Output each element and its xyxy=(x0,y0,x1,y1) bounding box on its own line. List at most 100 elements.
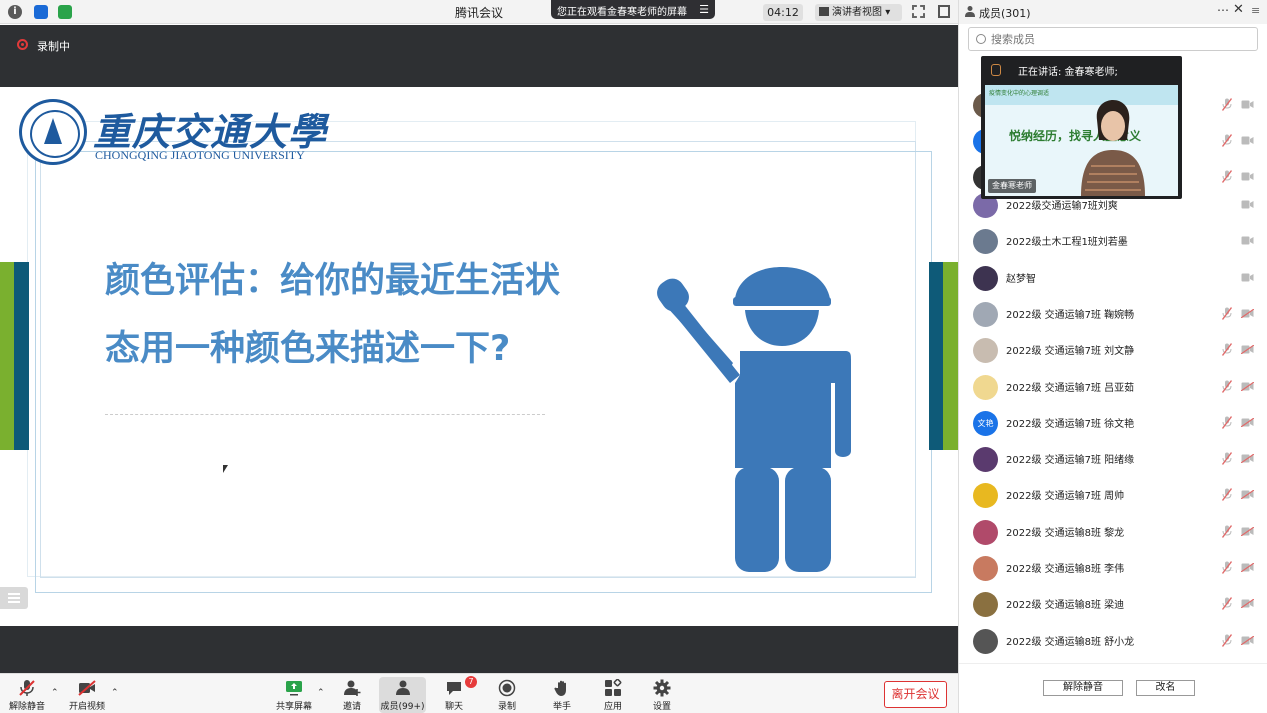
microphone-muted-icon[interactable] xyxy=(1222,561,1232,574)
chat-label: 聊天 xyxy=(444,702,463,712)
microphone-muted-icon[interactable] xyxy=(1222,633,1232,647)
camera-off-icon[interactable] xyxy=(1241,345,1254,355)
raise-hand-button[interactable]: 举手 xyxy=(547,677,577,713)
sidebar-toggle-icon[interactable] xyxy=(938,5,950,18)
member-row[interactable]: 2022级 交通运输8班 李伟 xyxy=(959,550,1267,586)
camera-off-icon[interactable] xyxy=(1241,136,1254,145)
members-button[interactable]: 成员(99+) xyxy=(379,677,426,713)
member-name: 2022级 交通运输8班 舒小龙 xyxy=(1006,636,1135,648)
member-row[interactable]: 2022级 交通运输8班 舒小龙 xyxy=(959,623,1267,659)
camera-off-icon[interactable] xyxy=(1241,563,1254,572)
microphone-muted-icon[interactable] xyxy=(1222,134,1232,147)
microphone-muted-icon[interactable] xyxy=(1222,597,1232,611)
slide-accent-bar xyxy=(14,262,29,450)
close-icon[interactable]: ✕ xyxy=(1233,2,1244,17)
rename-button[interactable]: 改名 xyxy=(1136,680,1195,696)
camera-off-icon[interactable] xyxy=(1241,273,1254,282)
slide-list-toggle-icon[interactable] xyxy=(0,587,28,609)
microphone-muted-icon[interactable] xyxy=(1222,379,1232,393)
apps-label: 应用 xyxy=(603,702,622,712)
avatar xyxy=(973,447,998,473)
slide-accent-bar xyxy=(943,262,958,450)
invite-label: 邀请 xyxy=(342,702,361,712)
member-row[interactable]: 2022级 交通运输7班 周帅 xyxy=(959,477,1267,513)
microphone-muted-icon[interactable] xyxy=(1222,343,1232,357)
invite-button[interactable]: 邀请 xyxy=(337,677,367,713)
member-name: 2022级 交通运输7班 徐文艳 xyxy=(1006,418,1135,430)
member-row[interactable]: 赵梦智 xyxy=(959,260,1267,296)
camera-off-icon[interactable] xyxy=(1241,490,1254,500)
member-row[interactable]: 2022级 交通运输7班 鞠婉畅 xyxy=(959,296,1267,332)
menu-icon[interactable]: ≡ xyxy=(1251,4,1260,17)
members-panel-footer: 解除静音 改名 xyxy=(959,663,1267,713)
camera-off-icon[interactable] xyxy=(1241,635,1254,645)
members-title: 成员(301) xyxy=(979,7,1031,20)
microphone-muted-icon[interactable] xyxy=(1222,524,1232,538)
camera-off-icon[interactable] xyxy=(1241,200,1254,209)
member-search[interactable] xyxy=(968,27,1258,51)
microphone-muted-icon[interactable] xyxy=(1222,98,1232,111)
camera-off-icon[interactable] xyxy=(1241,172,1254,181)
microphone-muted-icon[interactable] xyxy=(1222,306,1232,320)
shared-screen-slide: 重庆交通大學 CHONGQING JIAOTONG UNIVERSITY 颜色评… xyxy=(0,87,958,626)
unmute-label: 解除静音 xyxy=(8,702,45,712)
microphone-muted-icon xyxy=(19,680,35,696)
chat-button[interactable]: 7 聊天 xyxy=(439,676,477,713)
member-row[interactable]: 2022级 交通运输8班 黎龙 xyxy=(959,514,1267,550)
microphone-muted-icon[interactable] xyxy=(1222,170,1232,183)
microphone-muted-icon[interactable] xyxy=(1222,488,1232,502)
member-row[interactable]: 2022级 交通运输8班 梁迪 xyxy=(959,586,1267,622)
unmute-all-button[interactable]: 解除静音 xyxy=(1043,680,1123,696)
chevron-up-icon[interactable]: ⌃ xyxy=(111,688,119,698)
chevron-up-icon[interactable]: ⌃ xyxy=(317,688,325,698)
member-row[interactable]: 2022级 交通运输7班 刘文静 xyxy=(959,332,1267,368)
unmute-button[interactable]: 解除静音 xyxy=(6,677,48,713)
settings-label: 设置 xyxy=(652,702,671,712)
member-name: 2022级 交通运输7班 鞠婉畅 xyxy=(1006,309,1135,321)
meeting-timer: 04:12 xyxy=(763,4,803,21)
watching-screen-banner[interactable]: 您正在观看金春寒老师的屏幕 ☰ xyxy=(551,0,715,19)
more-options-icon[interactable]: ⋯ xyxy=(1217,3,1229,17)
question-line-1: 颜色评估：给你的最近生活状 xyxy=(105,261,561,301)
slide-divider xyxy=(105,414,545,415)
fullscreen-icon[interactable] xyxy=(912,5,925,18)
microphone-muted-icon[interactable] xyxy=(1222,452,1232,466)
view-mode-button[interactable]: 演讲者视图 ▾ xyxy=(815,4,902,21)
camera-off-icon[interactable] xyxy=(1241,381,1254,391)
record-button[interactable]: 录制 xyxy=(492,677,522,713)
camera-off-icon[interactable] xyxy=(1241,599,1254,609)
member-name: 2022级交通运输7班刘爽 xyxy=(1006,201,1118,212)
add-user-icon xyxy=(344,680,361,696)
apps-button[interactable]: 应用 xyxy=(598,677,628,713)
camera-off-icon[interactable] xyxy=(1241,236,1254,245)
record-icon xyxy=(498,679,516,697)
member-name: 2022级 交通运输7班 阳绪缘 xyxy=(1006,455,1135,467)
camera-off-icon[interactable] xyxy=(1241,417,1254,427)
member-row[interactable]: 2022级土木工程1班刘若墨 xyxy=(959,223,1267,259)
search-input[interactable] xyxy=(991,31,1251,48)
camera-off-icon[interactable] xyxy=(1241,526,1254,536)
active-speaker-card[interactable]: 正在讲话: 金春寒老师; 疫情变化中的心理调适 悦纳经历，找寻人生意义 金春寒老… xyxy=(981,56,1182,199)
member-name: 2022级 交通运输7班 周帅 xyxy=(1006,491,1125,503)
avatar xyxy=(973,483,998,509)
meeting-toolbar: 解除静音 ⌃ 开启视频 ⌃ 共享屏幕 ⌃ 邀请 成员(99+) 7 聊天 录制 xyxy=(0,673,958,713)
member-row[interactable]: 2022级 交通运输7班 阳绪缘 xyxy=(959,441,1267,477)
camera-off-icon[interactable] xyxy=(1241,100,1254,109)
camera-off-icon[interactable] xyxy=(1241,308,1254,318)
chevron-up-icon[interactable]: ⌃ xyxy=(51,688,59,698)
microphone-muted-icon[interactable] xyxy=(1222,415,1232,429)
settings-button[interactable]: 设置 xyxy=(647,677,677,713)
share-screen-button[interactable]: 共享屏幕 xyxy=(274,677,314,713)
leave-meeting-button[interactable]: 离开会议 xyxy=(884,681,947,708)
members-panel-header: 成员(301) ⋯ ✕ ≡ xyxy=(959,0,1267,24)
member-row[interactable]: 2022级 交通运输7班 吕亚茹 xyxy=(959,369,1267,405)
member-name: 赵梦智 xyxy=(1006,273,1036,285)
title-bar: i 腾讯会议 您正在观看金春寒老师的屏幕 ☰ 04:12 演讲者视图 ▾ xyxy=(0,0,958,24)
camera-off-icon[interactable] xyxy=(1241,454,1254,464)
start-video-button[interactable]: 开启视频 xyxy=(66,677,108,713)
member-row[interactable]: 文艳 2022级 交通运输7班 徐文艳 xyxy=(959,405,1267,441)
list-icon[interactable]: ☰ xyxy=(699,3,709,16)
user-icon xyxy=(395,680,410,695)
speaker-video: 疫情变化中的心理调适 悦纳经历，找寻人生意义 金春寒老师 xyxy=(985,85,1178,196)
avatar xyxy=(973,265,998,291)
